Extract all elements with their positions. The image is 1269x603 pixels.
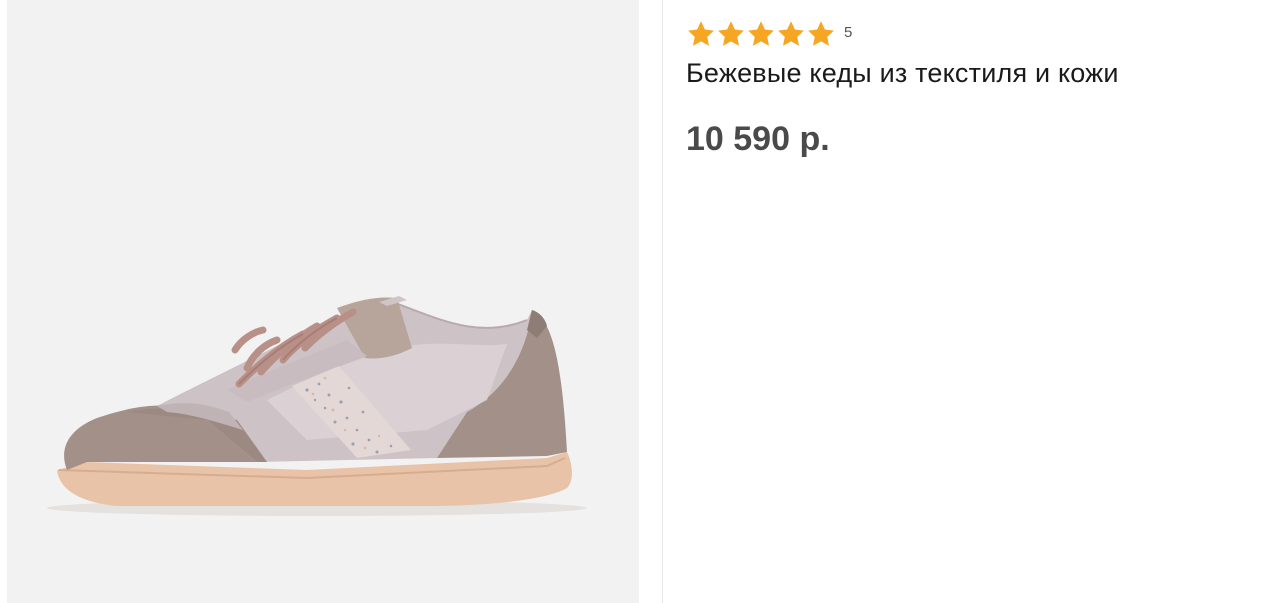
star-icon — [718, 21, 744, 46]
product-price: 10 590 р. — [686, 120, 830, 158]
star-icon — [778, 21, 804, 46]
product-title: Бежевые кеды из текстиля и кожи — [686, 58, 1119, 88]
star-icon — [688, 21, 714, 46]
star-icon — [748, 21, 774, 46]
product-image[interactable] — [7, 0, 639, 603]
column-divider — [662, 0, 663, 603]
star-icon — [808, 21, 834, 46]
rating-count[interactable]: 5 — [844, 24, 852, 41]
product-info: 5 Бежевые кеды из текстиля и кожи 10 590… — [686, 18, 1256, 159]
rating-row[interactable]: 5 — [686, 18, 1256, 50]
rating-stars — [686, 19, 836, 49]
sneaker-icon — [47, 296, 587, 516]
